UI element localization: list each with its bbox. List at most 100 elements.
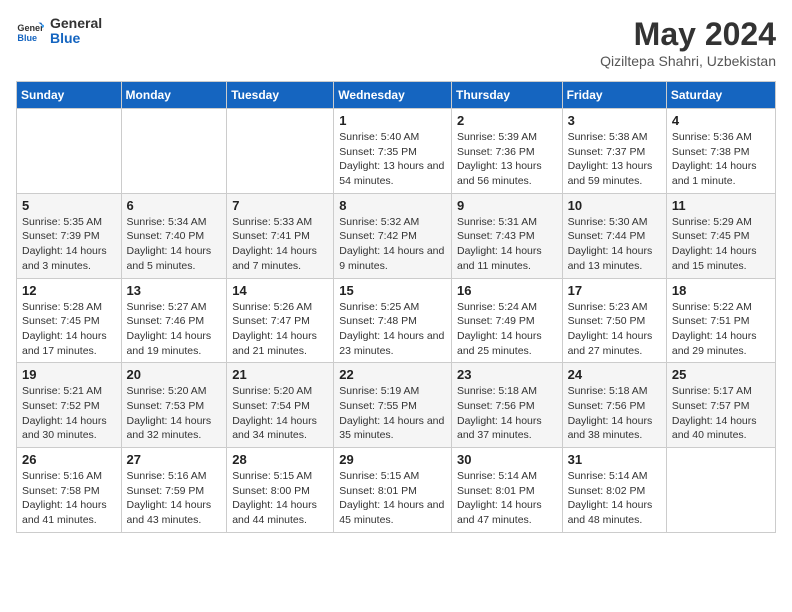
day-number: 21 — [232, 367, 328, 382]
day-number: 24 — [568, 367, 661, 382]
day-cell: 26 Sunrise: 5:16 AM Sunset: 7:58 PM Dayli… — [17, 448, 122, 533]
day-cell: 27 Sunrise: 5:16 AM Sunset: 7:59 PM Dayli… — [121, 448, 227, 533]
day-number: 8 — [339, 198, 446, 213]
title-block: May 2024 Qiziltepa Shahri, Uzbekistan — [600, 16, 776, 69]
day-number: 4 — [672, 113, 770, 128]
day-info: Sunrise: 5:20 AM Sunset: 7:54 PM Dayligh… — [232, 384, 328, 443]
day-info: Sunrise: 5:35 AM Sunset: 7:39 PM Dayligh… — [22, 215, 116, 274]
day-cell: 23Sunrise: 5:18 AM Sunset: 7:56 PM Dayli… — [451, 363, 562, 448]
day-number: 22 — [339, 367, 446, 382]
day-cell: 3 Sunrise: 5:38 AM Sunset: 7:37 PM Daylig… — [562, 109, 666, 194]
day-cell: 28 Sunrise: 5:15 AM Sunset: 8:00 PM Dayli… — [227, 448, 334, 533]
day-number: 20 — [127, 367, 222, 382]
week-row-1: 1Sunrise: 5:40 AM Sunset: 7:35 PM Daylig… — [17, 109, 776, 194]
day-info: Sunrise: 5:19 AM Sunset: 7:55 PM Dayligh… — [339, 384, 446, 443]
logo: General Blue General Blue — [16, 16, 102, 47]
day-number: 16 — [457, 283, 557, 298]
day-info: Sunrise: 5:15 AM Sunset: 8:01 PM Dayligh… — [339, 469, 446, 528]
svg-text:General: General — [17, 23, 44, 33]
day-number: 11 — [672, 198, 770, 213]
day-header-tuesday: Tuesday — [227, 82, 334, 109]
day-info: Sunrise: 5:14 AM Sunset: 8:01 PM Dayligh… — [457, 469, 557, 528]
day-cell: 9Sunrise: 5:31 AM Sunset: 7:43 PM Daylig… — [451, 193, 562, 278]
day-header-sunday: Sunday — [17, 82, 122, 109]
day-info: Sunrise: 5:34 AM Sunset: 7:40 PM Dayligh… — [127, 215, 222, 274]
header: General Blue General Blue May 2024 Qizil… — [16, 16, 776, 69]
day-number: 27 — [127, 452, 222, 467]
day-info: Sunrise: 5:21 AM Sunset: 7:52 PM Dayligh… — [22, 384, 116, 443]
day-cell: 14Sunrise: 5:26 AM Sunset: 7:47 PM Dayli… — [227, 278, 334, 363]
day-number: 1 — [339, 113, 446, 128]
day-info: Sunrise: 5:25 AM Sunset: 7:48 PM Dayligh… — [339, 300, 446, 359]
day-info: Sunrise: 5:22 AM Sunset: 7:51 PM Dayligh… — [672, 300, 770, 359]
day-cell: 5 Sunrise: 5:35 AM Sunset: 7:39 PM Daylig… — [17, 193, 122, 278]
day-info: Sunrise: 5:30 AM Sunset: 7:44 PM Dayligh… — [568, 215, 661, 274]
day-cell: 12 Sunrise: 5:28 AM Sunset: 7:45 PM Dayli… — [17, 278, 122, 363]
day-cell: 17Sunrise: 5:23 AM Sunset: 7:50 PM Dayli… — [562, 278, 666, 363]
day-info: Sunrise: 5:27 AM Sunset: 7:46 PM Dayligh… — [127, 300, 222, 359]
day-header-thursday: Thursday — [451, 82, 562, 109]
day-info: Sunrise: 5:33 AM Sunset: 7:41 PM Dayligh… — [232, 215, 328, 274]
day-cell: 10 Sunrise: 5:30 AM Sunset: 7:44 PM Dayli… — [562, 193, 666, 278]
logo-line2: Blue — [50, 31, 102, 46]
logo-line1: General — [50, 16, 102, 31]
day-number: 18 — [672, 283, 770, 298]
day-number: 7 — [232, 198, 328, 213]
day-info: Sunrise: 5:20 AM Sunset: 7:53 PM Dayligh… — [127, 384, 222, 443]
day-info: Sunrise: 5:29 AM Sunset: 7:45 PM Dayligh… — [672, 215, 770, 274]
day-cell: 13Sunrise: 5:27 AM Sunset: 7:46 PM Dayli… — [121, 278, 227, 363]
day-number: 31 — [568, 452, 661, 467]
day-cell: 15 Sunrise: 5:25 AM Sunset: 7:48 PM Dayli… — [334, 278, 452, 363]
day-info: Sunrise: 5:24 AM Sunset: 7:49 PM Dayligh… — [457, 300, 557, 359]
day-cell: 19 Sunrise: 5:21 AM Sunset: 7:52 PM Dayli… — [17, 363, 122, 448]
day-info: Sunrise: 5:36 AM Sunset: 7:38 PM Dayligh… — [672, 130, 770, 189]
day-cell: 21 Sunrise: 5:20 AM Sunset: 7:54 PM Dayli… — [227, 363, 334, 448]
day-cell — [666, 448, 775, 533]
day-cell: 8 Sunrise: 5:32 AM Sunset: 7:42 PM Daylig… — [334, 193, 452, 278]
day-info: Sunrise: 5:32 AM Sunset: 7:42 PM Dayligh… — [339, 215, 446, 274]
day-cell: 1Sunrise: 5:40 AM Sunset: 7:35 PM Daylig… — [334, 109, 452, 194]
day-info: Sunrise: 5:16 AM Sunset: 7:58 PM Dayligh… — [22, 469, 116, 528]
day-number: 6 — [127, 198, 222, 213]
day-number: 5 — [22, 198, 116, 213]
day-cell — [121, 109, 227, 194]
week-row-5: 26 Sunrise: 5:16 AM Sunset: 7:58 PM Dayli… — [17, 448, 776, 533]
day-number: 12 — [22, 283, 116, 298]
day-number: 19 — [22, 367, 116, 382]
day-cell: 18 Sunrise: 5:22 AM Sunset: 7:51 PM Dayli… — [666, 278, 775, 363]
day-cell: 4 Sunrise: 5:36 AM Sunset: 7:38 PM Daylig… — [666, 109, 775, 194]
day-number: 28 — [232, 452, 328, 467]
day-info: Sunrise: 5:18 AM Sunset: 7:56 PM Dayligh… — [568, 384, 661, 443]
day-cell: 31 Sunrise: 5:14 AM Sunset: 8:02 PM Dayli… — [562, 448, 666, 533]
day-info: Sunrise: 5:31 AM Sunset: 7:43 PM Dayligh… — [457, 215, 557, 274]
day-info: Sunrise: 5:23 AM Sunset: 7:50 PM Dayligh… — [568, 300, 661, 359]
day-number: 30 — [457, 452, 557, 467]
day-number: 29 — [339, 452, 446, 467]
day-cell: 30 Sunrise: 5:14 AM Sunset: 8:01 PM Dayli… — [451, 448, 562, 533]
day-number: 10 — [568, 198, 661, 213]
day-info: Sunrise: 5:38 AM Sunset: 7:37 PM Dayligh… — [568, 130, 661, 189]
day-info: Sunrise: 5:17 AM Sunset: 7:57 PM Dayligh… — [672, 384, 770, 443]
day-cell: 22 Sunrise: 5:19 AM Sunset: 7:55 PM Dayli… — [334, 363, 452, 448]
week-row-4: 19 Sunrise: 5:21 AM Sunset: 7:52 PM Dayli… — [17, 363, 776, 448]
day-info: Sunrise: 5:39 AM Sunset: 7:36 PM Dayligh… — [457, 130, 557, 189]
day-cell: 7 Sunrise: 5:33 AM Sunset: 7:41 PM Daylig… — [227, 193, 334, 278]
day-cell: 2Sunrise: 5:39 AM Sunset: 7:36 PM Daylig… — [451, 109, 562, 194]
day-info: Sunrise: 5:14 AM Sunset: 8:02 PM Dayligh… — [568, 469, 661, 528]
day-header-wednesday: Wednesday — [334, 82, 452, 109]
day-info: Sunrise: 5:15 AM Sunset: 8:00 PM Dayligh… — [232, 469, 328, 528]
day-cell — [17, 109, 122, 194]
day-header-saturday: Saturday — [666, 82, 775, 109]
day-number: 3 — [568, 113, 661, 128]
day-number: 23 — [457, 367, 557, 382]
day-number: 15 — [339, 283, 446, 298]
svg-text:Blue: Blue — [17, 33, 37, 43]
day-info: Sunrise: 5:26 AM Sunset: 7:47 PM Dayligh… — [232, 300, 328, 359]
day-header-monday: Monday — [121, 82, 227, 109]
day-cell: 6 Sunrise: 5:34 AM Sunset: 7:40 PM Daylig… — [121, 193, 227, 278]
day-header-friday: Friday — [562, 82, 666, 109]
logo-icon: General Blue — [16, 17, 44, 45]
day-info: Sunrise: 5:28 AM Sunset: 7:45 PM Dayligh… — [22, 300, 116, 359]
day-number: 26 — [22, 452, 116, 467]
day-info: Sunrise: 5:16 AM Sunset: 7:59 PM Dayligh… — [127, 469, 222, 528]
